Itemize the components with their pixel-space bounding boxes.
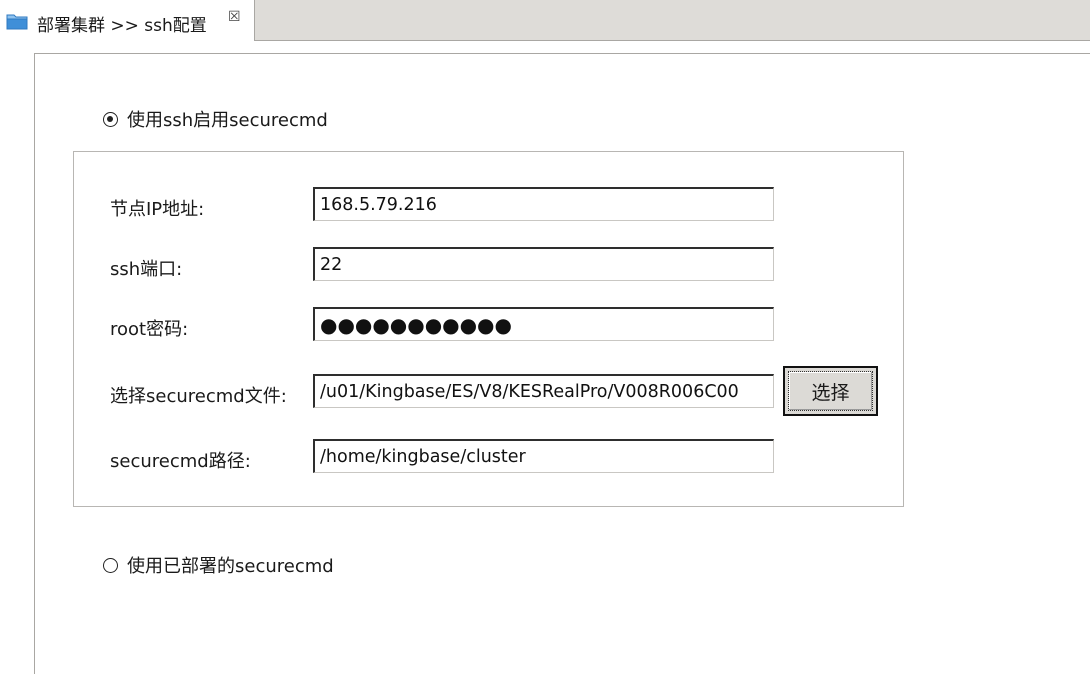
ssh-port-input[interactable]: 22 [313, 247, 774, 281]
node-ip-input[interactable]: 168.5.79.216 [313, 187, 774, 221]
choose-file-button[interactable]: 选择 [783, 366, 878, 416]
tab-label: 部署集群 >> ssh配置 [37, 16, 207, 36]
radio-use-deployed-label: 使用已部署的securecmd [127, 556, 334, 577]
radio-use-deployed[interactable]: 使用已部署的securecmd [103, 552, 334, 578]
securecmd-file-input[interactable]: /u01/Kingbase/ES/V8/KESRealPro/V008R006C… [313, 374, 774, 408]
radio-use-ssh[interactable]: 使用ssh启用securecmd [103, 106, 328, 132]
folder-icon [6, 12, 28, 30]
radio-button-checked[interactable] [103, 111, 118, 127]
root-password-input[interactable]: ●●●●●●●●●●● [313, 307, 774, 341]
radio-use-ssh-label: 使用ssh启用securecmd [127, 110, 328, 131]
tab-bar: 部署集群 >> ssh配置 ☒ [0, 0, 1090, 41]
root-password-label: root密码: [110, 319, 189, 340]
ssh-port-label: ssh端口: [110, 259, 183, 280]
close-icon[interactable]: ☒ [228, 9, 241, 25]
choose-file-button-label: 选择 [788, 371, 873, 411]
securecmd-path-label: securecmd路径: [110, 451, 251, 472]
securecmd-file-label: 选择securecmd文件: [110, 386, 287, 407]
radio-button-unchecked[interactable] [103, 557, 118, 573]
node-ip-label: 节点IP地址: [110, 199, 205, 220]
securecmd-path-input[interactable]: /home/kingbase/cluster [313, 439, 774, 473]
tab-ssh-config[interactable]: 部署集群 >> ssh配置 ☒ [0, 0, 255, 41]
